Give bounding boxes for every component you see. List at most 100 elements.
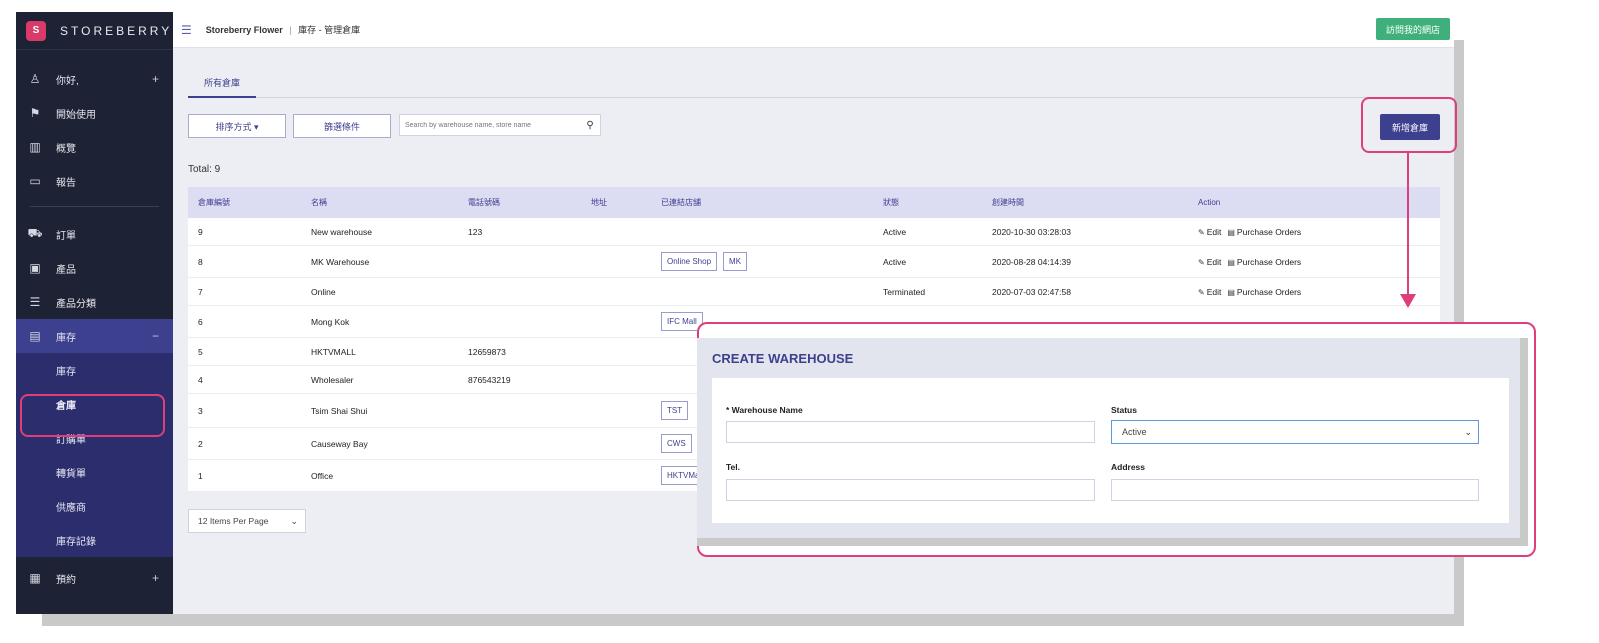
purchase-orders-label: Purchase Orders	[1236, 226, 1302, 237]
store-tag[interactable]: CWS	[661, 434, 692, 453]
warehouse-name-label: * Warehouse Name	[726, 405, 803, 415]
cell-tel: 876543219	[468, 374, 511, 385]
store-tag[interactable]: MK	[723, 252, 748, 271]
document-icon: ▤	[1227, 287, 1235, 297]
collapse-minus-icon[interactable]: −	[152, 329, 159, 343]
header-status[interactable]: 狀態	[873, 197, 982, 208]
pencil-icon: ✎	[1198, 227, 1205, 237]
status-select-value: Active	[1122, 427, 1147, 437]
brand-logo: S	[26, 20, 46, 41]
expand-plus-icon[interactable]: +	[152, 72, 159, 86]
cell-status: Active	[883, 226, 907, 237]
sidebar-item-label: 產品分類	[56, 298, 96, 310]
header-created[interactable]: 創建時間	[982, 197, 1188, 208]
tel-input[interactable]	[726, 479, 1095, 501]
sidebar-item-orders[interactable]: ⛟ 訂單	[16, 217, 173, 251]
warehouse-name-input[interactable]	[726, 421, 1095, 443]
header-linked-stores[interactable]: 已連結店舖	[651, 197, 873, 208]
bag-icon: ▣	[29, 261, 41, 275]
cell-id: 6	[198, 316, 203, 327]
status-select[interactable]: Active ⌄	[1111, 420, 1479, 444]
breadcrumb-store[interactable]: Storeberry Flower	[206, 25, 283, 35]
sidebar-item-booking[interactable]: ▦ 預約 +	[16, 561, 173, 595]
cell-name: HKTVMALL	[311, 346, 356, 357]
visit-store-button[interactable]: 訪問我的網店	[1375, 18, 1450, 40]
cell-action: ✎ Edit ▤ Purchase Orders	[1188, 227, 1440, 237]
chart-icon: ▥	[29, 140, 41, 154]
purchase-orders-link[interactable]: ▤ Purchase Orders	[1227, 287, 1301, 297]
header-id[interactable]: 倉庫編號	[188, 197, 301, 208]
cell-created: 2020-08-28 04:14:39	[992, 256, 1071, 267]
header-name[interactable]: 名稱	[301, 197, 458, 208]
sidebar-item-user[interactable]: ♙ 你好, +	[16, 62, 173, 96]
cell-linked-stores: Online Shop MK	[651, 252, 873, 271]
brand: S STOREBERRY	[16, 12, 173, 50]
cell-name: New warehouse	[311, 226, 372, 237]
header-action: Action	[1198, 198, 1221, 207]
tab-bar: 所有倉庫	[188, 66, 1442, 98]
inventory-submenu: 庫存 倉庫 訂購單 轉貨單 供應商 庫存記錄	[16, 353, 173, 557]
cell-status: Terminated	[883, 286, 926, 297]
search-icon[interactable]: ⚲	[580, 120, 600, 131]
status-label: Status	[1111, 405, 1137, 415]
sidebar-nav: ♙ 你好, + ⚑ 開始使用 ▥ 概覽 ▭ 報告	[16, 62, 173, 198]
edit-link[interactable]: ✎ Edit	[1198, 257, 1221, 267]
filter-button[interactable]: 篩選條件	[293, 114, 391, 138]
search-input[interactable]	[400, 121, 580, 129]
cell-name: Tsim Shai Shui	[311, 405, 368, 416]
menu-toggle-icon[interactable]: ☰	[181, 23, 192, 37]
tab-all-warehouses[interactable]: 所有倉庫	[188, 68, 256, 98]
sidebar-item-inventory[interactable]: ▤ 庫存 −	[16, 319, 173, 353]
cell-id: 8	[198, 256, 203, 267]
cell-name: MK Warehouse	[311, 256, 370, 267]
cart-icon: ⛟	[27, 226, 43, 240]
cell-id: 7	[198, 286, 203, 297]
sidebar-item-getting-started[interactable]: ⚑ 開始使用	[16, 96, 173, 130]
cell-status: Active	[883, 256, 907, 267]
store-tag[interactable]: TST	[661, 401, 689, 420]
sidebar-nav-main: ⛟ 訂單 ▣ 產品 ☰ 產品分類 ▤ 庫存 −	[16, 217, 173, 353]
edit-link[interactable]: ✎ Edit	[1198, 227, 1221, 237]
breadcrumb-divider: |	[289, 25, 292, 35]
cell-created: 2020-10-30 03:28:03	[992, 226, 1071, 237]
user-icon: ♙	[29, 72, 41, 86]
address-input[interactable]	[1111, 479, 1479, 501]
sidebar-item-label: 開始使用	[56, 109, 96, 121]
flag-icon: ⚑	[29, 106, 41, 120]
expand-plus-icon[interactable]: +	[152, 571, 159, 585]
cell-id: 4	[198, 374, 203, 385]
sidebar-item-label: 產品	[56, 264, 76, 276]
submenu-item-inventory[interactable]: 庫存	[16, 353, 173, 387]
cell-tel: 12659873	[468, 346, 506, 357]
sidebar-item-label: 你好,	[56, 75, 79, 87]
purchase-orders-link[interactable]: ▤ Purchase Orders	[1227, 257, 1301, 267]
header-address[interactable]: 地址	[581, 197, 651, 208]
brand-name: STOREBERRY	[60, 23, 173, 38]
table-row: 7 Online Terminated 2020-07-03 02:47:58 ✎ Edi…	[188, 278, 1440, 306]
cell-id: 9	[198, 226, 203, 237]
sidebar-nav-bottom: ▦ 預約 +	[16, 561, 173, 595]
highlight-warehouse-menu	[20, 394, 165, 437]
per-page-select[interactable]: 12 Items Per Page ⌄	[188, 509, 306, 533]
submenu-item-inventory-log[interactable]: 庫存記錄	[16, 523, 173, 557]
sidebar-item-products[interactable]: ▣ 產品	[16, 251, 173, 285]
submenu-item-transfer[interactable]: 轉貨單	[16, 455, 173, 489]
sidebar-item-categories[interactable]: ☰ 產品分類	[16, 285, 173, 319]
highlight-new-warehouse	[1361, 97, 1457, 153]
edit-link[interactable]: ✎ Edit	[1198, 287, 1221, 297]
chevron-down-icon: ⌄	[1464, 426, 1472, 437]
store-tag[interactable]: Online Shop	[661, 252, 718, 271]
purchase-orders-link[interactable]: ▤ Purchase Orders	[1227, 227, 1301, 237]
sort-button[interactable]: 排序方式 ▾	[188, 114, 286, 138]
topbar: ☰ Storeberry Flower | 庫存 - 管理倉庫 訪問我的網店	[173, 12, 1454, 48]
header-tel[interactable]: 電話號碼	[458, 197, 581, 208]
sidebar-item-overview[interactable]: ▥ 概覽	[16, 130, 173, 164]
submenu-item-supplier[interactable]: 供應商	[16, 489, 173, 523]
search-box: ⚲	[399, 114, 601, 136]
inventory-icon: ▤	[29, 329, 41, 343]
sidebar-item-reports[interactable]: ▭ 報告	[16, 164, 173, 198]
cell-name: Mong Kok	[311, 316, 350, 327]
cell-tel: 123	[468, 226, 483, 237]
sidebar-item-label: 報告	[56, 177, 76, 189]
create-warehouse-form: * Warehouse Name Status Active ⌄ Tel. Ad…	[712, 378, 1509, 523]
